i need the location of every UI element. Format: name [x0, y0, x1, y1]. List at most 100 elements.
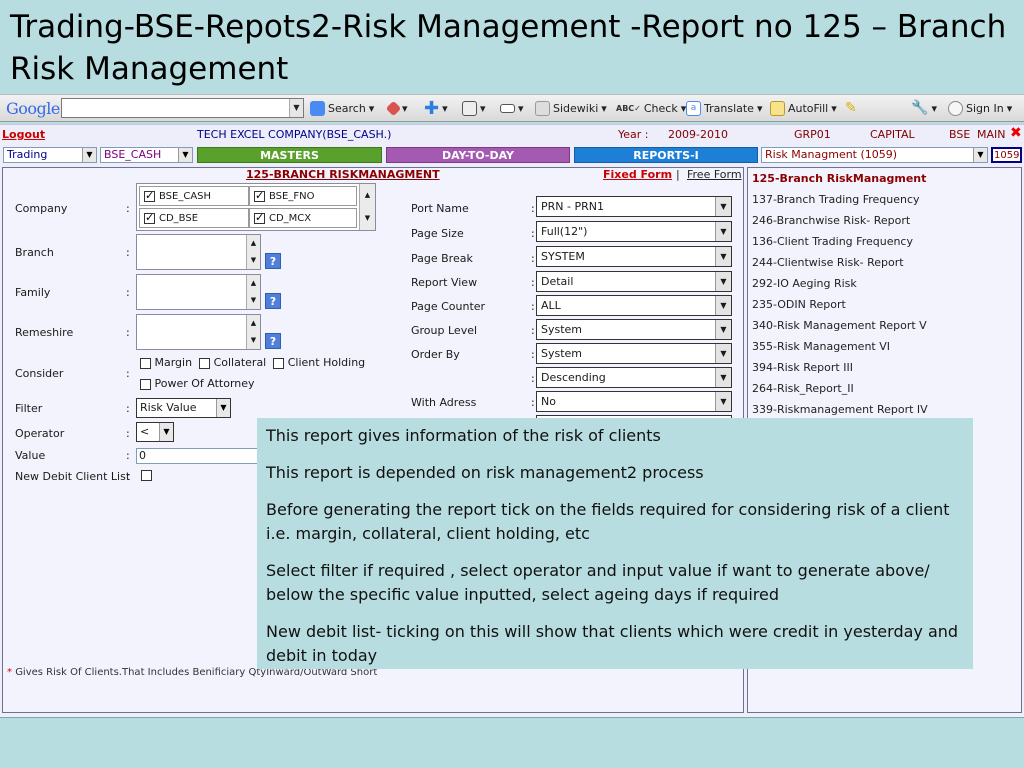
chevron-down-icon: ▼ — [973, 148, 987, 162]
colon: : — [126, 367, 130, 380]
free-form-link[interactable]: Free Form — [687, 168, 742, 181]
check-button[interactable]: ABC✓ Check ▾ — [616, 95, 686, 122]
frame-button[interactable]: ▾ — [500, 95, 524, 122]
checkbox[interactable] — [254, 189, 265, 202]
search-icon — [310, 101, 325, 116]
report-view-label: Report View — [411, 276, 478, 289]
chevron-down-icon: ▼ — [715, 392, 731, 411]
logout-link[interactable]: Logout — [2, 128, 45, 141]
report-list-item[interactable]: 339-Riskmanagement Report IV — [752, 403, 928, 416]
popup-blocker-button[interactable]: ▾ — [462, 95, 486, 122]
branch-listbox[interactable]: ▲ ▼ — [136, 234, 261, 270]
operator-select[interactable]: < ▼ — [136, 422, 174, 442]
client-holding-checkbox[interactable] — [273, 357, 285, 369]
year-label: Year : — [618, 128, 649, 141]
checkbox[interactable] — [254, 211, 265, 224]
value-input[interactable]: 0 — [136, 448, 261, 464]
translate-button[interactable]: a Translate ▾ — [686, 95, 762, 122]
company-cd-bse[interactable]: CD_BSE — [139, 208, 249, 228]
chevron-down-icon: ▼ — [715, 222, 731, 241]
page-size-label: Page Size — [411, 227, 464, 240]
report-list-item[interactable]: 340-Risk Management Report V — [752, 319, 927, 332]
menu-bar: Trading ▼ BSE_CASH ▼ MASTERS DAY-TO-DAY RE… — [0, 147, 1024, 165]
company-bse-cash[interactable]: BSE_CASH — [139, 186, 249, 206]
group-level-select[interactable]: System ▼ — [536, 319, 732, 340]
highlighter-icon: ✎ — [845, 100, 857, 116]
page-break-select[interactable]: SYSTEM ▼ — [536, 246, 732, 267]
new-debit-checkbox[interactable] — [141, 470, 152, 481]
report-list-item[interactable]: 355-Risk Management VI — [752, 340, 890, 353]
page-counter-select[interactable]: ALL ▼ — [536, 295, 732, 316]
checkbox[interactable] — [144, 211, 155, 224]
chevron-down-icon[interactable]: ▼ — [289, 99, 303, 117]
branch-help-button[interactable]: ? — [265, 253, 281, 269]
port-name-select[interactable]: PRN - PRN1 ▼ — [536, 196, 732, 217]
report-list-item[interactable]: 125-Branch RiskManagment — [752, 172, 926, 185]
report-select[interactable]: Risk Managment (1059) ▼ — [761, 147, 988, 163]
sign-in-button[interactable]: Sign In ▾ — [948, 95, 1012, 122]
reports-menu[interactable]: REPORTS-I — [574, 147, 758, 163]
report-code-input[interactable]: 1059 — [991, 147, 1022, 163]
colon: : — [126, 286, 130, 299]
google-search-button[interactable]: Search ▾ — [310, 95, 374, 122]
colon: : — [531, 300, 535, 313]
colon: : — [126, 427, 130, 440]
report-list-item[interactable]: 264-Risk_Report_II — [752, 382, 854, 395]
scrollbar[interactable]: ▲ ▼ — [246, 315, 260, 349]
company-grid[interactable]: BSE_CASH BSE_FNO CD_BSE CD_MCX ▲▼ — [136, 183, 376, 231]
report-list-item[interactable]: 246-Branchwise Risk- Report — [752, 214, 910, 227]
page-size-select[interactable]: Full(12") ▼ — [536, 221, 732, 242]
plus-icon: ✚ — [424, 98, 440, 119]
chevron-down-icon: ▼ — [715, 344, 731, 363]
settings-button[interactable]: 🔧 ▾ — [911, 95, 937, 122]
autofill-button[interactable]: AutoFill ▾ — [770, 95, 837, 122]
collateral-checkbox[interactable] — [199, 357, 211, 369]
user-icon — [948, 101, 963, 116]
colon: : — [126, 402, 130, 415]
day-to-day-menu[interactable]: DAY-TO-DAY — [386, 147, 570, 163]
close-icon[interactable]: ✖ — [1010, 125, 1022, 141]
main-label: MAIN — [977, 128, 1006, 141]
report-list-item[interactable]: 136-Client Trading Frequency — [752, 235, 913, 248]
chevron-down-icon: ▼ — [715, 296, 731, 315]
family-help-button[interactable]: ? — [265, 293, 281, 309]
with-adress-select[interactable]: No ▼ — [536, 391, 732, 412]
report-view-select[interactable]: Detail ▼ — [536, 271, 732, 292]
report-list-item[interactable]: 137-Branch Trading Frequency — [752, 193, 920, 206]
add-button[interactable]: ✚ ▾ — [424, 95, 448, 122]
checkbox[interactable] — [144, 189, 155, 202]
company-scrollbar[interactable]: ▲ ▼ — [359, 184, 375, 230]
order-by-select[interactable]: System ▼ — [536, 343, 732, 364]
scrollbar[interactable]: ▲ ▼ — [246, 275, 260, 309]
report-list-item[interactable]: 292-IO Aeging Risk — [752, 277, 857, 290]
company-cd-mcx[interactable]: CD_MCX — [249, 208, 357, 228]
scrollbar[interactable]: ▲ ▼ — [246, 235, 260, 269]
module-select[interactable]: Trading ▼ — [3, 147, 97, 163]
google-search-input[interactable]: ▼ — [61, 98, 304, 118]
google-logo: Google — [6, 99, 60, 118]
remeshire-listbox[interactable]: ▲ ▼ — [136, 314, 261, 350]
margin-checkbox[interactable] — [140, 357, 151, 369]
family-listbox[interactable]: ▲ ▼ — [136, 274, 261, 310]
speech-bubble-icon — [535, 101, 550, 116]
window-icon — [462, 101, 477, 116]
company-bse-fno[interactable]: BSE_FNO — [249, 186, 357, 206]
masters-menu[interactable]: MASTERS — [197, 147, 382, 163]
highlight-button[interactable]: ✎ — [845, 95, 857, 122]
report-list-item[interactable]: 235-ODIN Report — [752, 298, 846, 311]
order-direction-select[interactable]: Descending ▼ — [536, 367, 732, 388]
page-break-label: Page Break — [411, 252, 473, 265]
colon: : — [531, 396, 535, 409]
power-of-attorney-checkbox[interactable] — [140, 378, 151, 390]
report-list-item[interactable]: 244-Clientwise Risk- Report — [752, 256, 904, 269]
filter-select[interactable]: Risk Value ▼ — [136, 398, 231, 418]
fixed-form-link[interactable]: Fixed Form — [603, 168, 672, 181]
colon: : — [126, 202, 130, 215]
segment-select[interactable]: BSE_CASH ▼ — [100, 147, 193, 163]
report-list-item[interactable]: 394-Risk Report III — [752, 361, 853, 374]
remeshire-help-button[interactable]: ? — [265, 333, 281, 349]
sidewiki-button[interactable]: Sidewiki ▾ — [535, 95, 607, 122]
translate-icon: a — [686, 101, 701, 116]
bookmark-button[interactable]: ▾ — [385, 95, 408, 122]
group-code: GRP01 — [794, 128, 831, 141]
